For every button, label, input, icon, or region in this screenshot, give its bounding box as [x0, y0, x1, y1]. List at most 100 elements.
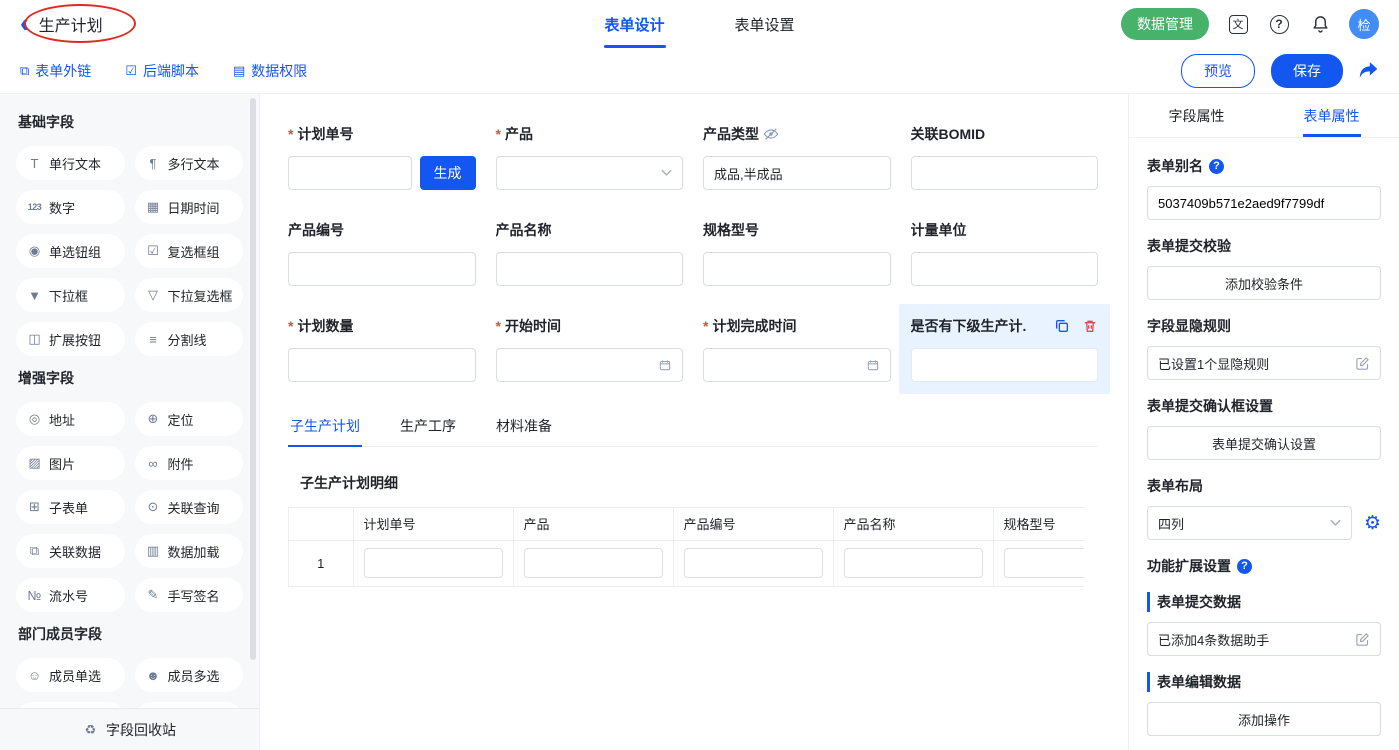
visibility-rules-value: 已设置1个显隐规则	[1158, 354, 1269, 373]
form-external-link[interactable]: ⧉ 表单外链	[20, 61, 91, 81]
duplicate-field-icon[interactable]	[1054, 318, 1070, 334]
tab-material-preparation[interactable]: 材料准备	[494, 406, 554, 446]
help-icon[interactable]: ?	[1267, 12, 1291, 36]
field-type-label: 单选钮组	[49, 242, 101, 261]
submit-confirm-button[interactable]: 表单提交确认设置	[1147, 426, 1381, 460]
product-code-input[interactable]	[299, 262, 465, 277]
field-bom-id[interactable]: 关联BOMID	[911, 124, 1099, 190]
tab-sub-production-plan[interactable]: 子生产计划	[288, 406, 362, 446]
unit-input[interactable]	[922, 262, 1088, 277]
question-circle-icon[interactable]: ?	[1209, 159, 1224, 174]
field-type-multi-dropdown[interactable]: ▽下拉复选框	[135, 278, 244, 312]
extend-button-icon: ◫	[27, 331, 42, 347]
spec-model-input[interactable]	[714, 262, 880, 277]
backend-script-link[interactable]: ☑ 后端脚本	[125, 61, 199, 81]
back-icon[interactable]: ‹	[20, 10, 29, 36]
field-type-label: 流水号	[49, 586, 88, 605]
field-unit[interactable]: 计量单位	[911, 220, 1099, 286]
finish-time-picker[interactable]	[703, 348, 891, 382]
sidebar-scrollbar[interactable]	[250, 98, 256, 660]
form-alias-input[interactable]	[1158, 196, 1370, 211]
field-type-address[interactable]: ◎地址	[16, 402, 125, 436]
save-button[interactable]: 保存	[1271, 54, 1343, 88]
tab-form-properties[interactable]: 表单属性	[1264, 94, 1399, 137]
field-recycle-bin[interactable]: ♻ 字段回收站	[0, 708, 259, 750]
subtable-cell-input[interactable]	[364, 548, 503, 578]
field-type-signature[interactable]: ✎手写签名	[135, 578, 244, 612]
field-type-single-line-text[interactable]: T单行文本	[16, 146, 125, 180]
question-circle-icon[interactable]: ?	[1237, 559, 1252, 574]
field-type-data-load[interactable]: ▥数据加载	[135, 534, 244, 568]
notification-bell-icon[interactable]	[1308, 12, 1332, 36]
field-label: 产品	[505, 124, 533, 144]
add-operation-button[interactable]: 添加操作	[1147, 702, 1381, 736]
share-icon[interactable]	[1359, 61, 1379, 80]
subtable-cell-input[interactable]	[684, 548, 823, 578]
preview-button[interactable]: 预览	[1181, 54, 1255, 88]
tab-form-design[interactable]: 表单设计	[604, 0, 664, 48]
subtable-cell-input[interactable]	[1004, 548, 1085, 578]
product-name-input[interactable]	[507, 262, 673, 277]
tab-form-settings[interactable]: 表单设置	[735, 0, 795, 48]
field-type-location[interactable]: ⊕定位	[135, 402, 244, 436]
field-type-subform[interactable]: ⊞子表单	[16, 490, 125, 524]
plan-quantity-input[interactable]	[299, 358, 465, 373]
field-product-name[interactable]: 产品名称	[496, 220, 684, 286]
field-product-type[interactable]: 产品类型 成品,半成品	[703, 124, 891, 190]
link-label: 后端脚本	[143, 61, 199, 81]
field-type-serial-number[interactable]: №流水号	[16, 578, 125, 612]
field-type-member-multi[interactable]: ☻成员多选	[135, 658, 244, 692]
field-plan-number[interactable]: *计划单号 生成	[288, 124, 476, 190]
field-type-number[interactable]: 123数字	[16, 190, 125, 224]
product-type-value[interactable]: 成品,半成品	[703, 156, 891, 190]
field-type-label: 成员单选	[49, 666, 101, 685]
field-type-dropdown[interactable]: ▼下拉框	[16, 278, 125, 312]
data-permission-link[interactable]: ▤ 数据权限	[233, 61, 307, 81]
layout-settings-gear-icon[interactable]: ⚙	[1364, 514, 1381, 533]
delete-field-icon[interactable]	[1082, 318, 1098, 334]
field-type-linked-data[interactable]: ⧉关联数据	[16, 534, 125, 568]
tab-production-process[interactable]: 生产工序	[398, 406, 458, 446]
edit-square-icon[interactable]	[1355, 632, 1370, 647]
main-layout: 基础字段 T单行文本 ¶多行文本 123数字 ▦日期时间 ◉单选钮组 ☑复选框组…	[0, 94, 1399, 750]
data-manage-button[interactable]: 数据管理	[1121, 8, 1209, 40]
submit-data-field[interactable]: 已添加4条数据助手	[1147, 622, 1381, 656]
start-time-picker[interactable]	[496, 348, 684, 382]
field-type-checkbox-group[interactable]: ☑复选框组	[135, 234, 244, 268]
form-layout-select[interactable]: 四列	[1147, 506, 1352, 540]
linked-data-icon: ⧉	[27, 543, 42, 559]
field-palette-scroll: 基础字段 T单行文本 ¶多行文本 123数字 ▦日期时间 ◉单选钮组 ☑复选框组…	[0, 94, 259, 708]
avatar[interactable]: 检	[1349, 9, 1379, 39]
field-product-code[interactable]: 产品编号	[288, 220, 476, 286]
field-product[interactable]: *产品	[496, 124, 684, 190]
header-tabs: 表单设计 表单设置	[604, 0, 794, 48]
visibility-rules-field[interactable]: 已设置1个显隐规则	[1147, 346, 1381, 380]
field-plan-quantity[interactable]: *计划数量	[288, 316, 476, 382]
field-type-member-single[interactable]: ☺成员单选	[16, 658, 125, 692]
field-type-image[interactable]: ▨图片	[16, 446, 125, 480]
field-start-time[interactable]: *开始时间	[496, 316, 684, 382]
has-sub-plan-input[interactable]	[922, 358, 1088, 373]
generate-button[interactable]: 生成	[420, 156, 476, 190]
product-select[interactable]	[496, 156, 684, 190]
field-type-divider[interactable]: ≡分割线	[135, 322, 244, 356]
add-validation-button[interactable]: 添加校验条件	[1147, 266, 1381, 300]
field-type-multi-line-text[interactable]: ¶多行文本	[135, 146, 244, 180]
field-finish-time[interactable]: *计划完成时间	[703, 316, 891, 382]
edit-square-icon[interactable]	[1355, 356, 1370, 371]
language-icon[interactable]: 文	[1226, 12, 1250, 36]
field-type-attachment[interactable]: ∞附件	[135, 446, 244, 480]
plan-number-input[interactable]	[299, 166, 401, 181]
field-type-linked-query[interactable]: ⊙关联查询	[135, 490, 244, 524]
field-type-extend-button[interactable]: ◫扩展按钮	[16, 322, 125, 356]
subtable-cell-input[interactable]	[844, 548, 983, 578]
field-type-radio-group[interactable]: ◉单选钮组	[16, 234, 125, 268]
subform-tabs: 子生产计划 生产工序 材料准备	[288, 406, 1098, 447]
field-type-datetime[interactable]: ▦日期时间	[135, 190, 244, 224]
bom-id-input[interactable]	[922, 166, 1088, 181]
subtable-cell-input[interactable]	[524, 548, 663, 578]
field-spec-model[interactable]: 规格型号	[703, 220, 891, 286]
field-has-sub-plan-selected[interactable]: 是否有下级生产计.	[899, 304, 1111, 394]
checkbox-icon: ☑	[146, 243, 161, 259]
tab-field-properties[interactable]: 字段属性	[1129, 94, 1264, 137]
